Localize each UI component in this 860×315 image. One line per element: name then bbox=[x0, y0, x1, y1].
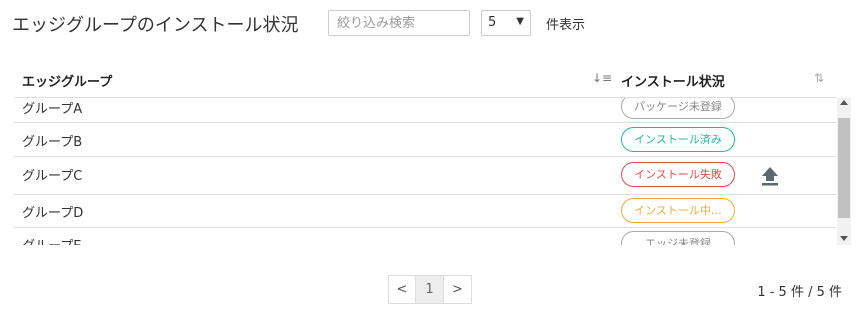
edge-group-name: グループD bbox=[22, 206, 84, 221]
table-body: グループA パッケージ未登録 グループB インストール済み グループC インスト… bbox=[14, 98, 836, 245]
prev-page-button[interactable]: < bbox=[388, 275, 416, 304]
status-badge: インストール失敗 bbox=[621, 162, 735, 187]
table-row[interactable]: グループA パッケージ未登録 bbox=[14, 98, 836, 123]
edge-group-name: グループB bbox=[22, 135, 83, 150]
edge-group-name: グループC bbox=[22, 169, 83, 184]
page-size-label: 件表示 bbox=[546, 18, 586, 33]
sort-desc-icon[interactable]: ↓≡ bbox=[592, 71, 612, 85]
table-row[interactable]: グループB インストール済み bbox=[14, 123, 836, 157]
status-badge: パッケージ未登録 bbox=[621, 98, 735, 119]
page-size-select[interactable]: 5 ▼ bbox=[481, 10, 531, 36]
page-button-1[interactable]: 1 bbox=[416, 275, 444, 304]
pagination: < 1 > bbox=[388, 275, 472, 304]
next-page-button[interactable]: > bbox=[444, 275, 472, 304]
column-header-edge-group[interactable]: エッジグループ bbox=[22, 71, 112, 90]
status-badge: インストール済み bbox=[621, 127, 735, 152]
scroll-down-arrow-icon[interactable] bbox=[840, 236, 848, 241]
scroll-up-arrow-icon[interactable] bbox=[840, 100, 848, 105]
status-badge: インストール中… bbox=[621, 198, 735, 223]
scrollbar[interactable] bbox=[837, 98, 851, 245]
table-row[interactable]: グループE エッジ未登録 bbox=[14, 228, 836, 245]
search-input[interactable] bbox=[328, 10, 470, 36]
edge-group-name: グループA bbox=[22, 102, 83, 117]
upload-icon[interactable] bbox=[761, 166, 779, 186]
sort-icon[interactable]: ⇅ bbox=[814, 71, 824, 85]
chevron-down-icon: ▼ bbox=[516, 16, 524, 27]
table-row[interactable]: グループD インストール中… bbox=[14, 195, 836, 228]
table-row[interactable]: グループC インストール失敗 bbox=[14, 157, 836, 195]
page-title: エッジグループのインストール状況 bbox=[12, 15, 299, 36]
page-size-value: 5 bbox=[488, 15, 497, 30]
table-header: エッジグループ ↓≡ インストール状況 ⇅ bbox=[14, 63, 837, 98]
header: エッジグループのインストール状況 5 ▼ 件表示 bbox=[0, 0, 860, 50]
result-count: 1 - 5 件 / 5 件 bbox=[757, 285, 842, 300]
column-header-install-status[interactable]: インストール状況 bbox=[621, 71, 725, 90]
edge-group-name: グループE bbox=[22, 235, 81, 245]
status-badge: エッジ未登録 bbox=[621, 231, 735, 245]
scrollbar-thumb[interactable] bbox=[838, 118, 850, 218]
